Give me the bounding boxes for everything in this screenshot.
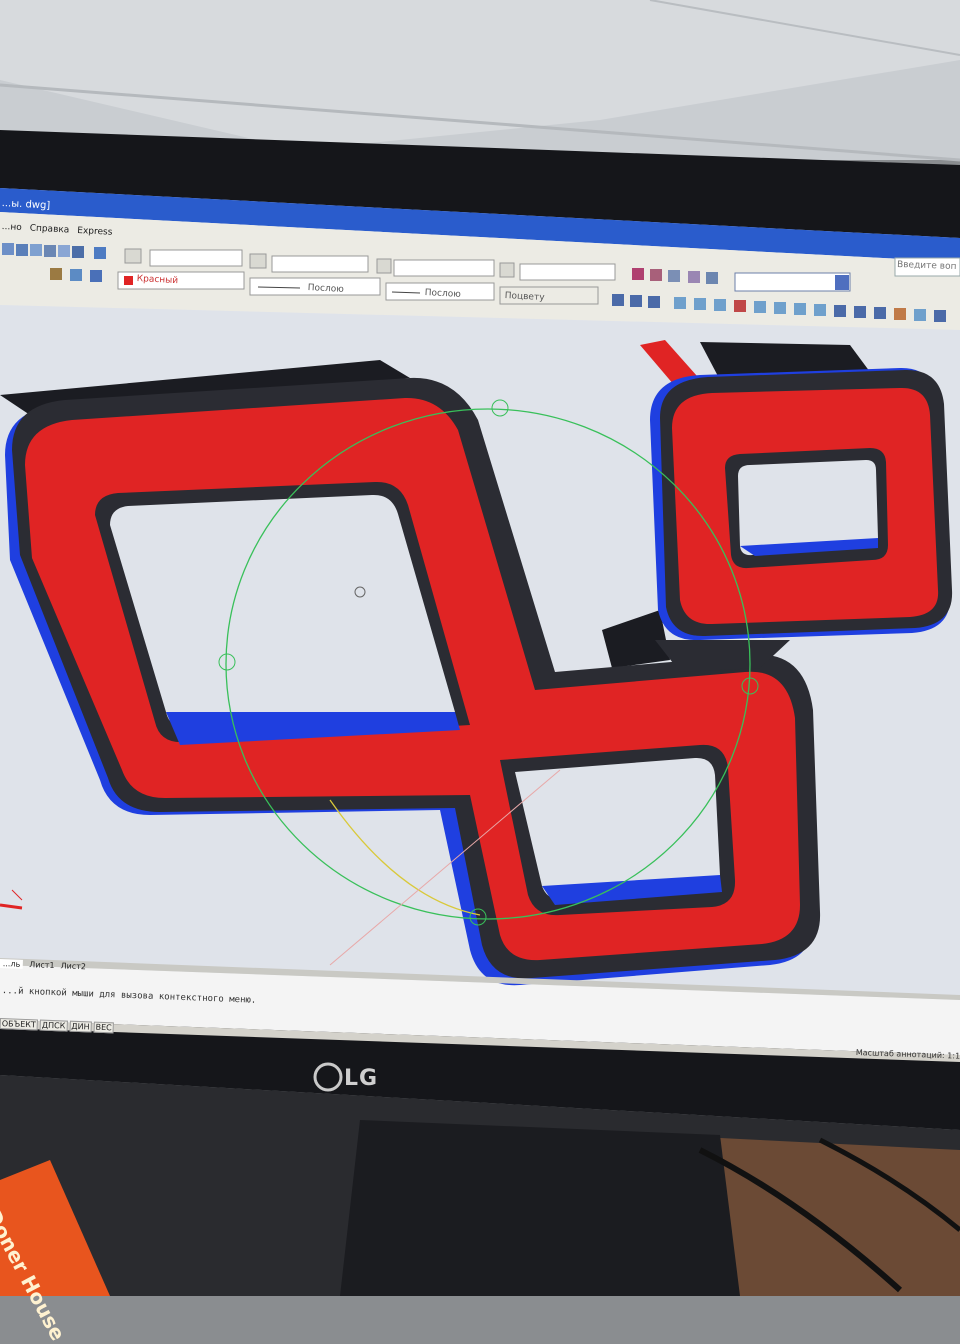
toolbar-icon[interactable] <box>668 270 680 282</box>
toolbar-icon[interactable] <box>688 271 700 283</box>
plotstyle-value: Поцвету <box>504 291 545 304</box>
toolbar-icon[interactable] <box>650 269 662 281</box>
chevron-down-icon[interactable] <box>835 275 849 290</box>
view-dropdown[interactable] <box>734 272 851 292</box>
toolbar-icon[interactable] <box>874 307 886 319</box>
layer-icon[interactable] <box>50 268 62 280</box>
menu-item[interactable]: Справка <box>29 223 69 235</box>
toolbar-icon[interactable] <box>630 295 642 307</box>
tab-layout1[interactable]: Лист1 <box>29 960 55 970</box>
toolbar-icon[interactable] <box>774 302 786 314</box>
toolbar-icon[interactable] <box>648 296 660 308</box>
toolbar-icon[interactable] <box>72 246 84 258</box>
toolbar-icon[interactable] <box>714 299 726 311</box>
linetype-value: Послою <box>307 283 345 295</box>
toolbar-icon[interactable] <box>794 303 806 315</box>
tab-model[interactable]: ...ль <box>0 959 24 969</box>
toolbar-icon[interactable] <box>612 294 624 306</box>
toolbar-icon[interactable] <box>16 244 28 256</box>
monitor-brand: LG <box>344 1066 379 1091</box>
table-style-icon[interactable] <box>376 258 392 274</box>
toolbar-icon[interactable] <box>754 301 766 313</box>
layer-icon[interactable] <box>70 269 82 281</box>
toolbar-icon[interactable] <box>694 298 706 310</box>
color-swatch <box>124 276 133 285</box>
monitor-stand <box>340 1120 740 1296</box>
mleader-icon[interactable] <box>499 262 515 278</box>
toolbar-icon[interactable] <box>914 309 926 321</box>
menu-item[interactable]: ...но <box>1 222 21 233</box>
photo-scene <box>0 0 960 1296</box>
toolbar-icon[interactable] <box>934 310 946 322</box>
toolbar-icon[interactable] <box>706 272 718 284</box>
dim-style-icon[interactable] <box>249 253 267 269</box>
layer-icon[interactable] <box>90 270 102 282</box>
toolbar-icon[interactable] <box>58 245 70 257</box>
menu-item[interactable]: Express <box>77 226 113 238</box>
toolbar-icon[interactable] <box>834 305 846 317</box>
toolbar-icon[interactable] <box>44 245 56 257</box>
lineweight-value: Послою <box>424 288 462 300</box>
toolbar-icon[interactable] <box>854 306 866 318</box>
color-value: Красный <box>136 274 179 287</box>
dropdown[interactable] <box>271 255 369 273</box>
status-toggle[interactable]: ОБЪЕКТ <box>0 1018 39 1031</box>
status-toggle[interactable]: ДИН <box>69 1020 92 1033</box>
toolbar-icon[interactable] <box>632 268 644 280</box>
toolbar-icon[interactable] <box>674 297 686 309</box>
status-toggle[interactable]: ВЕС <box>93 1021 114 1034</box>
tab-layout2[interactable]: Лист2 <box>60 961 86 971</box>
toolbar-icon[interactable] <box>734 300 746 312</box>
toolbar-icon[interactable] <box>2 243 14 255</box>
status-toggle[interactable]: ДПСК <box>39 1019 68 1032</box>
toolbar-icon[interactable] <box>814 304 826 316</box>
toolbar-icon[interactable] <box>94 247 106 259</box>
help-search-input[interactable] <box>896 257 958 275</box>
toolbar-icon[interactable] <box>894 308 906 320</box>
toolbar-icon[interactable] <box>30 244 42 256</box>
dropdown[interactable] <box>393 259 495 277</box>
text-style-icon[interactable] <box>124 248 142 264</box>
dropdown[interactable] <box>149 249 243 267</box>
dropdown[interactable] <box>519 263 616 281</box>
